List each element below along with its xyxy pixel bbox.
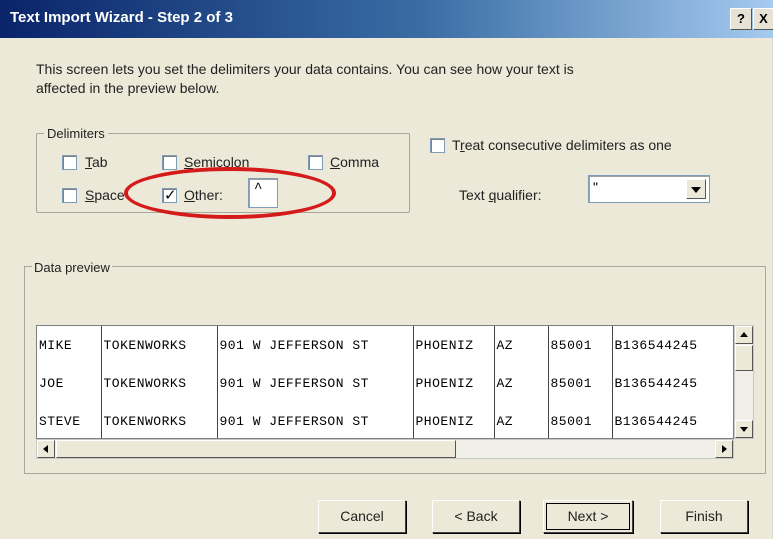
table-cell: TOKENWORKS (100, 402, 217, 438)
back-button[interactable]: < Back (432, 500, 520, 533)
arrow-down-icon (740, 427, 748, 432)
close-button[interactable]: X (753, 8, 773, 30)
text-qualifier-select[interactable]: " (588, 175, 710, 203)
horizontal-scrollbar[interactable] (36, 439, 734, 459)
table-cell: AZ (493, 364, 548, 402)
space-label-post: pace (94, 187, 125, 203)
delimiters-legend: Delimiters (44, 126, 108, 141)
tab-label[interactable]: Tab (85, 154, 108, 170)
tab-label-post: ab (92, 154, 108, 170)
semicolon-checkbox[interactable] (162, 155, 177, 170)
table-cell: 85001 (547, 326, 612, 364)
space-label[interactable]: Space (85, 187, 125, 203)
text-import-wizard-dialog: Text Import Wizard - Step 2 of 3 ? X Thi… (0, 0, 773, 539)
comma-checkbox[interactable] (308, 155, 323, 170)
scroll-up-button[interactable] (735, 326, 753, 344)
consecutive-label-post: eat consecutive delimiters as one (464, 137, 672, 153)
arrow-up-icon (740, 332, 748, 337)
table-cell: AZ (493, 402, 548, 438)
table-cell: MIKE (39, 337, 73, 353)
semicolon-label-accel: S (184, 154, 194, 170)
table-cell: B136544245 (611, 364, 722, 402)
arrow-left-icon (43, 445, 48, 453)
table-cell: B136544245 (611, 402, 722, 438)
table-cell: TOKENWORKS (100, 326, 217, 364)
consecutive-delimiters-checkbox[interactable] (430, 138, 445, 153)
table-cell: STEVE (39, 413, 81, 429)
finish-button[interactable]: Finish (660, 500, 748, 533)
table-cell: B136544245 (611, 326, 722, 364)
space-label-accel: S (85, 187, 95, 203)
window-title: Text Import Wizard - Step 2 of 3 (10, 9, 233, 26)
qualifier-label-post: ualifier: (496, 187, 542, 203)
table-cell: 901 W JEFFERSON ST (216, 402, 413, 438)
table-cell: 901 W JEFFERSON ST (216, 326, 413, 364)
table-cell: 85001 (547, 402, 612, 438)
arrow-right-icon (722, 445, 727, 453)
qualifier-label-pre: Text (459, 187, 489, 203)
table-cell: PHOENIZ (412, 364, 494, 402)
preview-table: MIKE TOKENWORKS 901 W JEFFERSON ST PHOENIZ A… (37, 326, 722, 438)
data-preview-legend: Data preview (32, 260, 112, 275)
scroll-left-button[interactable] (37, 440, 55, 458)
scroll-down-button[interactable] (735, 420, 753, 438)
highlight-circle (124, 167, 336, 219)
next-button[interactable]: Next > (543, 500, 633, 533)
text-qualifier-label: Text qualifier: (459, 187, 542, 203)
comma-label[interactable]: Comma (330, 154, 379, 170)
consecutive-delimiters-label[interactable]: Treat consecutive delimiters as one (452, 137, 672, 153)
scroll-right-button[interactable] (715, 440, 733, 458)
comma-label-accel: C (330, 154, 341, 170)
table-row: STEVE TOKENWORKS 901 W JEFFERSON ST PHOENIZ… (37, 402, 722, 438)
table-cell: PHOENIZ (412, 402, 494, 438)
consecutive-label-pre: T (452, 137, 461, 153)
intro-text: This screen lets you set the delimiters … (36, 61, 574, 96)
table-cell: AZ (493, 326, 548, 364)
table-cell: 901 W JEFFERSON ST (216, 364, 413, 402)
table-row: JOE TOKENWORKS 901 W JEFFERSON ST PHOENIZ AZ… (37, 364, 722, 402)
table-row: MIKE TOKENWORKS 901 W JEFFERSON ST PHOENIZ A… (37, 326, 722, 364)
horizontal-scroll-thumb[interactable] (56, 440, 456, 458)
table-cell: JOE (39, 375, 64, 391)
text-qualifier-value: " (593, 179, 598, 195)
tab-label-accel: T (85, 154, 92, 170)
title-bar[interactable]: Text Import Wizard - Step 2 of 3 ? X (0, 0, 773, 38)
space-checkbox[interactable] (62, 188, 77, 203)
table-cell: TOKENWORKS (100, 364, 217, 402)
help-button[interactable]: ? (730, 8, 752, 30)
comma-label-post: omma (340, 154, 380, 170)
cancel-button[interactable]: Cancel (318, 500, 406, 533)
table-cell: 85001 (547, 364, 612, 402)
chevron-down-icon[interactable] (686, 179, 706, 199)
data-preview-grid[interactable]: MIKE TOKENWORKS 901 W JEFFERSON ST PHOENIZ A… (36, 325, 734, 439)
table-cell: PHOENIZ (412, 326, 494, 364)
vertical-scrollbar[interactable] (734, 325, 754, 439)
vertical-scroll-thumb[interactable] (735, 345, 753, 371)
tab-checkbox[interactable] (62, 155, 77, 170)
